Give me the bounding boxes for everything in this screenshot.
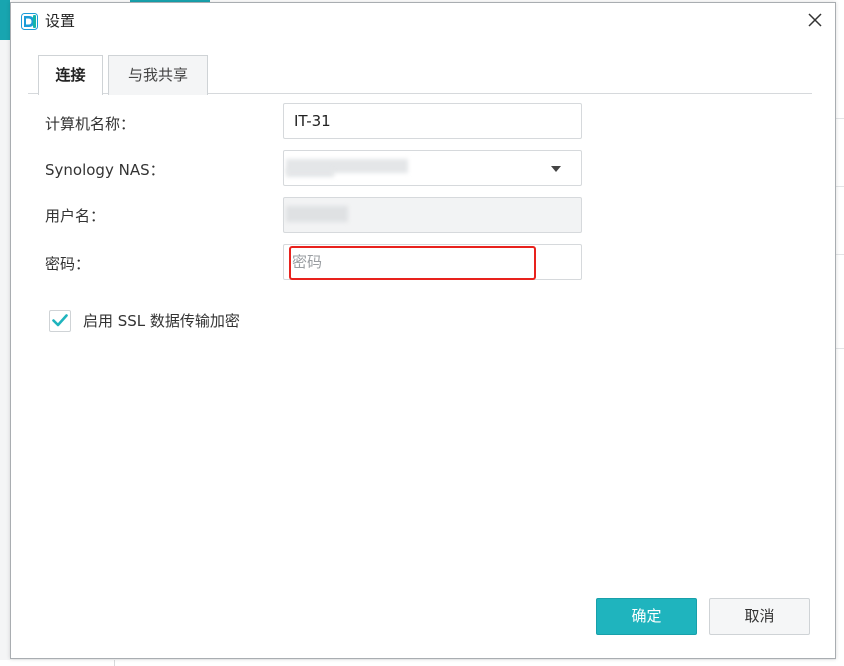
chevron-down-icon: [551, 166, 561, 172]
computer-name-label: 计算机名称：: [45, 115, 136, 133]
background-divider: [836, 348, 844, 349]
tab-shared-with-me[interactable]: 与我共享: [108, 55, 208, 95]
tab-connection[interactable]: 连接: [38, 55, 103, 95]
password-input[interactable]: [292, 245, 581, 279]
close-button[interactable]: [804, 10, 826, 32]
confirm-button[interactable]: 确定: [596, 598, 697, 635]
computer-name-value: IT-31: [294, 112, 331, 130]
settings-dialog: 设置 连接 与我共享 计算机名称： IT-31 Synology NAS： 用户…: [10, 2, 836, 659]
background-divider: [836, 254, 844, 255]
background-divider: [836, 118, 844, 119]
redacted-nas-value: [286, 169, 334, 177]
background-right-panel: [836, 40, 844, 666]
background-divider: [114, 660, 115, 666]
dialog-titlebar: 设置: [11, 3, 835, 39]
nas-select[interactable]: [283, 150, 582, 186]
ssl-checkbox-label: 启用 SSL 数据传输加密: [83, 312, 240, 330]
password-label: 密码：: [45, 255, 91, 273]
tab-bar: 连接 与我共享: [28, 55, 812, 95]
checkmark-icon: [52, 312, 68, 331]
nas-label: Synology NAS：: [45, 161, 165, 179]
password-field: [283, 244, 582, 280]
dialog-title: 设置: [45, 12, 76, 30]
ssl-checkbox[interactable]: [49, 310, 71, 332]
cancel-button[interactable]: 取消: [709, 598, 810, 635]
background-accent-strip: [0, 0, 10, 40]
close-icon: [808, 12, 822, 31]
background-divider: [836, 186, 844, 187]
ssl-checkbox-row[interactable]: 启用 SSL 数据传输加密: [49, 309, 240, 333]
synology-drive-icon: [21, 13, 38, 30]
background-status-bar: [0, 660, 844, 666]
username-label: 用户名：: [45, 207, 106, 225]
redacted-username-value: [286, 206, 348, 222]
computer-name-input[interactable]: IT-31: [283, 103, 582, 139]
username-field: [283, 197, 582, 233]
